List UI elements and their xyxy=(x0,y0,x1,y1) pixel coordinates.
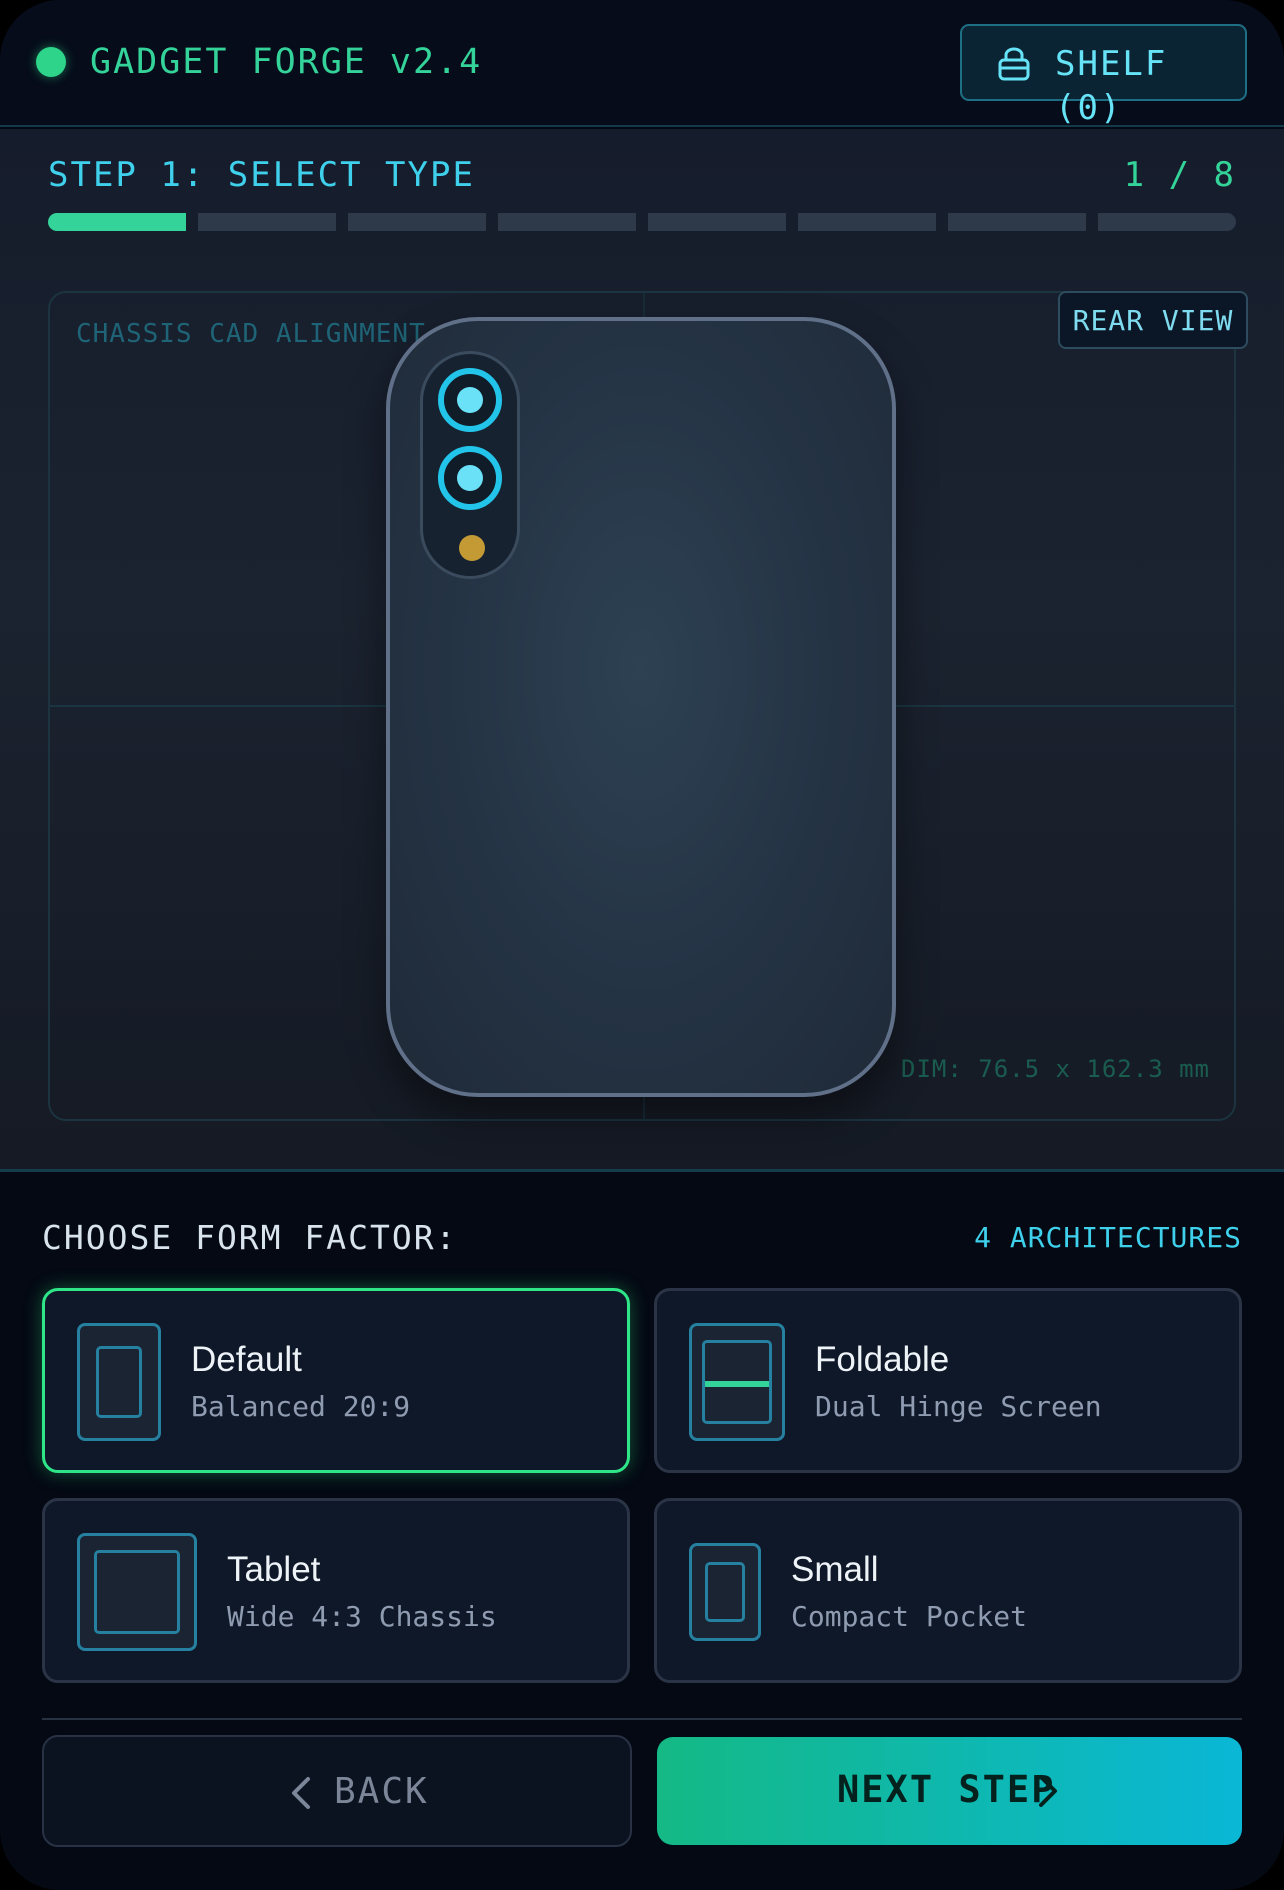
progress-segment xyxy=(198,213,336,231)
phone-default-icon xyxy=(77,1323,161,1441)
flash-icon xyxy=(459,535,485,561)
app-frame: GADGET FORGE v2.4 SHELF (0) STEP 1: SELE… xyxy=(0,0,1284,1890)
chevron-right-icon xyxy=(1039,1775,1057,1807)
next-step-button[interactable]: NEXT STEP xyxy=(657,1737,1242,1845)
form-factor-card-foldable[interactable]: Foldable Dual Hinge Screen xyxy=(654,1288,1242,1473)
progress-segment xyxy=(648,213,786,231)
progress-segment xyxy=(1098,213,1236,231)
form-factor-card-small[interactable]: Small Compact Pocket xyxy=(654,1498,1242,1683)
card-description: Dual Hinge Screen xyxy=(815,1390,1102,1423)
progress-segment xyxy=(948,213,1086,231)
card-description: Compact Pocket xyxy=(791,1600,1028,1633)
footer-divider xyxy=(42,1718,1242,1720)
architecture-count: 4 ARCHITECTURES xyxy=(974,1221,1242,1254)
cad-dimensions: DIM: 76.5 x 162.3 mm xyxy=(901,1055,1210,1083)
step-title: STEP 1: SELECT TYPE xyxy=(48,155,475,195)
card-title: Foldable xyxy=(815,1340,950,1379)
shelf-label: SHELF (0) xyxy=(1055,44,1168,128)
card-description: Wide 4:3 Chassis xyxy=(227,1600,497,1633)
form-factor-heading: CHOOSE FORM FACTOR: xyxy=(42,1218,458,1257)
cad-label: CHASSIS CAD ALIGNMENT xyxy=(76,319,426,349)
camera-lens-icon xyxy=(438,368,502,432)
progress-segment xyxy=(348,213,486,231)
tablet-icon xyxy=(77,1533,197,1651)
shelf-button[interactable]: SHELF (0) xyxy=(960,24,1247,128)
form-factor-card-tablet[interactable]: Tablet Wide 4:3 Chassis xyxy=(42,1498,630,1683)
card-title: Tablet xyxy=(227,1550,321,1589)
back-button[interactable]: BACK xyxy=(42,1735,632,1847)
step-area: STEP 1: SELECT TYPE 1 / 8 CHASSIS CAD AL… xyxy=(0,129,1284,1169)
form-factor-card-default[interactable]: Default Balanced 20:9 xyxy=(42,1288,630,1473)
chevron-left-icon xyxy=(292,1777,310,1809)
app-header: GADGET FORGE v2.4 SHELF (0) xyxy=(0,0,1284,128)
progress-segment xyxy=(498,213,636,231)
step-progress-bar xyxy=(48,213,1236,231)
phone-foldable-icon xyxy=(689,1323,785,1441)
status-dot-icon xyxy=(36,47,66,77)
progress-segment xyxy=(48,213,186,231)
camera-module xyxy=(420,351,520,579)
next-step-label: NEXT STEP xyxy=(837,1768,1056,1811)
section-divider xyxy=(0,1169,1284,1172)
phone-small-icon xyxy=(689,1543,761,1641)
camera-lens-icon xyxy=(438,446,502,510)
card-description: Balanced 20:9 xyxy=(191,1390,411,1423)
rear-view-button[interactable]: REAR VIEW xyxy=(1058,291,1248,349)
shelf-bag-icon xyxy=(998,47,1030,81)
rear-view-label: REAR VIEW xyxy=(1072,304,1234,337)
phone-chassis-preview xyxy=(386,317,896,1097)
app-title: GADGET FORGE v2.4 xyxy=(90,42,483,82)
back-label: BACK xyxy=(334,1771,429,1812)
card-title: Default xyxy=(191,1340,302,1379)
step-counter: 1 / 8 xyxy=(1123,155,1236,195)
card-title: Small xyxy=(791,1550,879,1589)
progress-segment xyxy=(798,213,936,231)
